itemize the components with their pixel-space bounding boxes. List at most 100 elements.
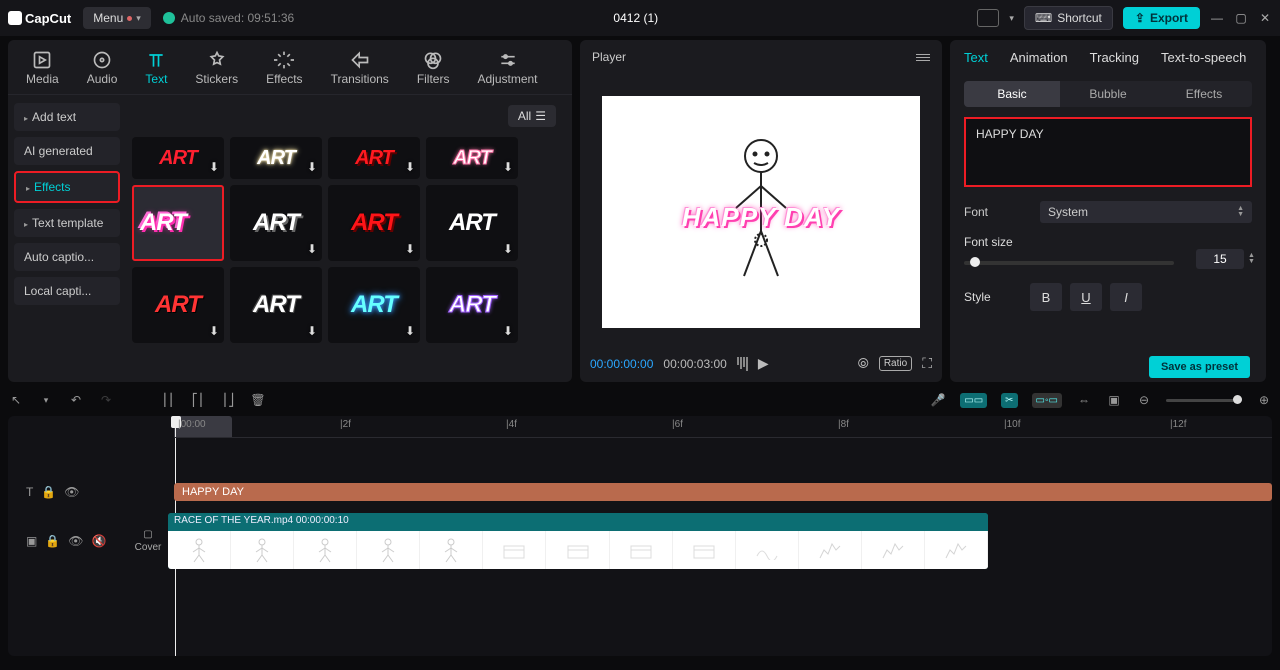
download-icon[interactable]: ⬇ bbox=[209, 324, 219, 338]
download-icon[interactable]: ⬇ bbox=[405, 324, 415, 338]
tab-animation[interactable]: Animation bbox=[1010, 50, 1068, 73]
time-ruler[interactable]: |00:00 |2f |4f |6f |8f |10f |12f bbox=[174, 416, 1272, 438]
download-icon[interactable]: ⬇ bbox=[503, 324, 513, 338]
slider-knob[interactable] bbox=[970, 257, 980, 267]
sidebar-item-effects[interactable]: ▸Effects bbox=[14, 171, 120, 203]
tab-media[interactable]: Media bbox=[18, 46, 67, 94]
subtab-bubble[interactable]: Bubble bbox=[1060, 81, 1156, 107]
mute-icon[interactable]: 🔇 bbox=[92, 534, 107, 548]
tab-filters[interactable]: Filters bbox=[409, 46, 458, 94]
zoom-in-icon[interactable]: ⊕ bbox=[1256, 393, 1272, 407]
video-clip[interactable]: RACE OF THE YEAR.mp4 00:00:00:10 bbox=[168, 513, 988, 569]
scan-icon[interactable]: ⦾ bbox=[858, 355, 869, 372]
shortcut-button[interactable]: ⌨ Shortcut bbox=[1024, 6, 1113, 30]
save-preset-button[interactable]: Save as preset bbox=[1149, 356, 1250, 378]
zoom-slider[interactable] bbox=[1166, 399, 1242, 402]
font-select[interactable]: System ▲▼ bbox=[1040, 201, 1252, 223]
effect-tile[interactable]: ART⬇ bbox=[230, 137, 322, 179]
download-icon[interactable]: ⬇ bbox=[503, 242, 513, 256]
download-icon[interactable]: ⬇ bbox=[307, 160, 317, 174]
sidebar-item-text-template[interactable]: ▸Text template bbox=[14, 209, 120, 237]
zoom-knob[interactable] bbox=[1233, 395, 1242, 404]
snap-cut-icon[interactable]: ✂ bbox=[1001, 393, 1017, 408]
tab-audio[interactable]: Audio bbox=[79, 46, 126, 94]
cursor-icon[interactable]: ↖ bbox=[8, 393, 24, 407]
effect-tile[interactable]: ART⬇ bbox=[426, 267, 518, 343]
tab-stickers[interactable]: Stickers bbox=[187, 46, 246, 94]
italic-button[interactable]: I bbox=[1110, 283, 1142, 311]
layout-icon[interactable] bbox=[977, 9, 999, 27]
download-icon[interactable]: ⬇ bbox=[307, 324, 317, 338]
sidebar-item-label: Auto captio... bbox=[24, 250, 94, 264]
player-menu-icon[interactable] bbox=[916, 54, 930, 61]
split-left-icon[interactable]: ⎡⎮ bbox=[190, 393, 206, 407]
effect-tile[interactable]: ART⬇ bbox=[132, 267, 224, 343]
text-clip[interactable]: HAPPY DAY bbox=[174, 483, 1272, 501]
sidebar-item-local-captions[interactable]: Local capti... bbox=[14, 277, 120, 305]
effect-tile[interactable]: ART⬇ bbox=[230, 267, 322, 343]
preview-area[interactable]: HAPPY DAY bbox=[580, 74, 942, 349]
eye-icon[interactable]: 👁 bbox=[64, 485, 79, 499]
menu-button[interactable]: Menu ▾ bbox=[83, 7, 151, 29]
download-icon[interactable]: ⬇ bbox=[307, 242, 317, 256]
cover-button[interactable]: ▢ Cover bbox=[128, 529, 168, 553]
sidebar-item-add-text[interactable]: ▸Add text bbox=[14, 103, 120, 131]
tab-effects[interactable]: Effects bbox=[258, 46, 310, 94]
preview-mode-icon[interactable]: ▣ bbox=[1106, 393, 1122, 407]
chevron-down-icon[interactable]: ▾ bbox=[1009, 13, 1014, 24]
export-button[interactable]: ⇪ Export bbox=[1123, 7, 1200, 29]
fontsize-slider[interactable] bbox=[964, 261, 1174, 265]
maximize-icon[interactable]: ▢ bbox=[1234, 11, 1248, 25]
effect-tile-selected[interactable]: ART bbox=[132, 185, 224, 261]
filter-all-button[interactable]: All ☰ bbox=[508, 105, 556, 127]
lock-icon[interactable]: 🔒 bbox=[41, 485, 56, 499]
tab-text[interactable]: Text bbox=[137, 46, 175, 94]
underline-button[interactable]: U bbox=[1070, 283, 1102, 311]
tab-tts[interactable]: Text-to-speech bbox=[1161, 50, 1246, 73]
zoom-out-icon[interactable]: ⊖ bbox=[1136, 393, 1152, 407]
tab-tracking[interactable]: Tracking bbox=[1090, 50, 1139, 73]
effect-tile[interactable]: ART⬇ bbox=[328, 137, 420, 179]
split-icon[interactable]: ⎮⎮ bbox=[160, 393, 176, 407]
snap-main-icon[interactable]: ▭▭ bbox=[960, 393, 987, 408]
sidebar-item-ai-generated[interactable]: AI generated bbox=[14, 137, 120, 165]
tab-text[interactable]: Text bbox=[964, 50, 988, 73]
subtab-effects[interactable]: Effects bbox=[1156, 81, 1252, 107]
fontsize-input[interactable]: 15 bbox=[1196, 249, 1244, 269]
text-content-input[interactable]: HAPPY DAY bbox=[964, 117, 1252, 187]
close-icon[interactable]: ✕ bbox=[1258, 11, 1272, 25]
tab-transitions[interactable]: Transitions bbox=[323, 46, 397, 94]
effect-tile[interactable]: ART⬇ bbox=[328, 267, 420, 343]
download-icon[interactable]: ⬇ bbox=[209, 160, 219, 174]
tab-adjustment[interactable]: Adjustment bbox=[469, 46, 545, 94]
snap-link-icon[interactable]: ▭◦▭ bbox=[1032, 393, 1062, 408]
lock-icon[interactable]: 🔒 bbox=[45, 534, 60, 548]
delete-icon[interactable]: 🗑 bbox=[250, 393, 266, 407]
minimize-icon[interactable]: — bbox=[1210, 11, 1224, 25]
fullscreen-icon[interactable]: ⛶ bbox=[922, 355, 932, 372]
effect-tile[interactable]: ART⬇ bbox=[230, 185, 322, 261]
fontsize-stepper[interactable]: ▲▼ bbox=[1248, 253, 1255, 265]
chevron-down-icon[interactable]: ▾ bbox=[38, 395, 54, 406]
play-icon[interactable]: ▶ bbox=[758, 355, 769, 372]
download-icon[interactable]: ⬇ bbox=[405, 160, 415, 174]
chevron-down-icon: ▾ bbox=[136, 13, 141, 24]
download-icon[interactable]: ⬇ bbox=[503, 160, 513, 174]
undo-icon[interactable]: ↶ bbox=[68, 393, 84, 407]
bold-button[interactable]: B bbox=[1030, 283, 1062, 311]
effect-tile[interactable]: ART⬇ bbox=[426, 185, 518, 261]
ratio-button[interactable]: Ratio bbox=[879, 356, 912, 371]
split-right-icon[interactable]: ⎮⎦ bbox=[220, 393, 236, 407]
stepper-icon[interactable]: ▲▼ bbox=[1237, 206, 1244, 218]
effect-tile[interactable]: ART⬇ bbox=[328, 185, 420, 261]
mic-icon[interactable]: 🎤 bbox=[930, 393, 946, 407]
timeline[interactable]: |00:00 |2f |4f |6f |8f |10f |12f T 🔒 👁 H… bbox=[8, 416, 1272, 656]
effect-tile[interactable]: ART⬇ bbox=[132, 137, 224, 179]
effect-tile[interactable]: ART⬇ bbox=[426, 137, 518, 179]
eye-icon[interactable]: 👁 bbox=[68, 534, 83, 548]
align-center-icon[interactable]: ⇔ bbox=[1076, 393, 1092, 407]
redo-icon[interactable]: ↷ bbox=[98, 393, 114, 407]
subtab-basic[interactable]: Basic bbox=[964, 81, 1060, 107]
download-icon[interactable]: ⬇ bbox=[405, 242, 415, 256]
sidebar-item-auto-captions[interactable]: Auto captio... bbox=[14, 243, 120, 271]
